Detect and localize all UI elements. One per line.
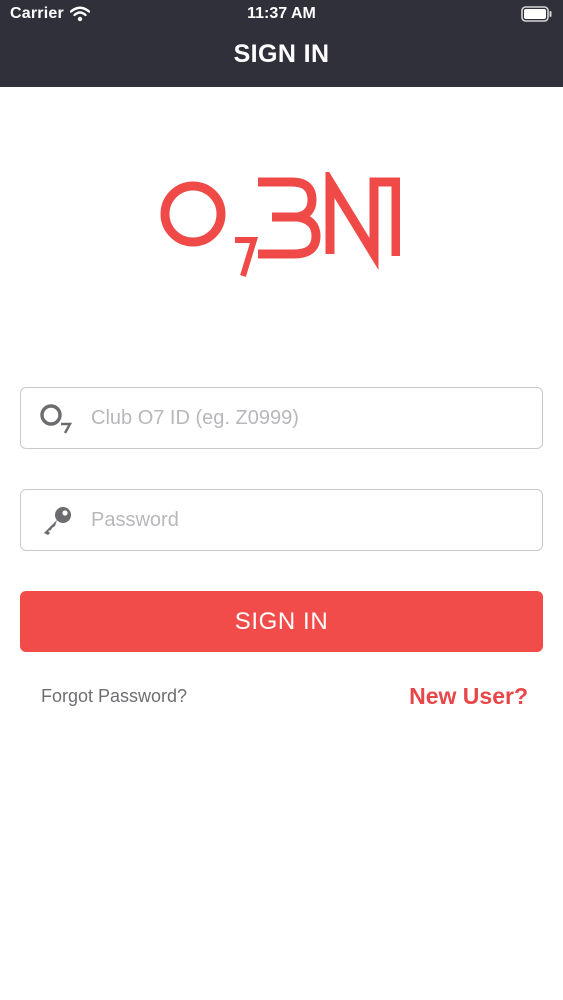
key-icon bbox=[44, 507, 71, 535]
password-field[interactable] bbox=[20, 489, 543, 551]
club-id-input[interactable] bbox=[91, 388, 531, 448]
forgot-password-link[interactable]: Forgot Password? bbox=[41, 686, 187, 707]
o7bn-logo bbox=[160, 172, 400, 277]
o7-icon bbox=[40, 404, 73, 434]
password-input[interactable] bbox=[91, 490, 531, 550]
battery-icon bbox=[521, 6, 552, 22]
club-id-field[interactable] bbox=[20, 387, 543, 449]
sign-in-screen: Carrier 11:37 AM SIGN IN Club O7 ID (eg.… bbox=[0, 0, 563, 1000]
status-time: 11:37 AM bbox=[247, 5, 316, 22]
top-bar: Carrier 11:37 AM SIGN IN bbox=[0, 0, 563, 87]
sign-in-button[interactable]: SIGN IN bbox=[20, 591, 543, 652]
status-bar: Carrier 11:37 AM bbox=[0, 0, 563, 30]
new-user-link[interactable]: New User? bbox=[409, 683, 528, 710]
page-title: SIGN IN bbox=[233, 40, 330, 68]
